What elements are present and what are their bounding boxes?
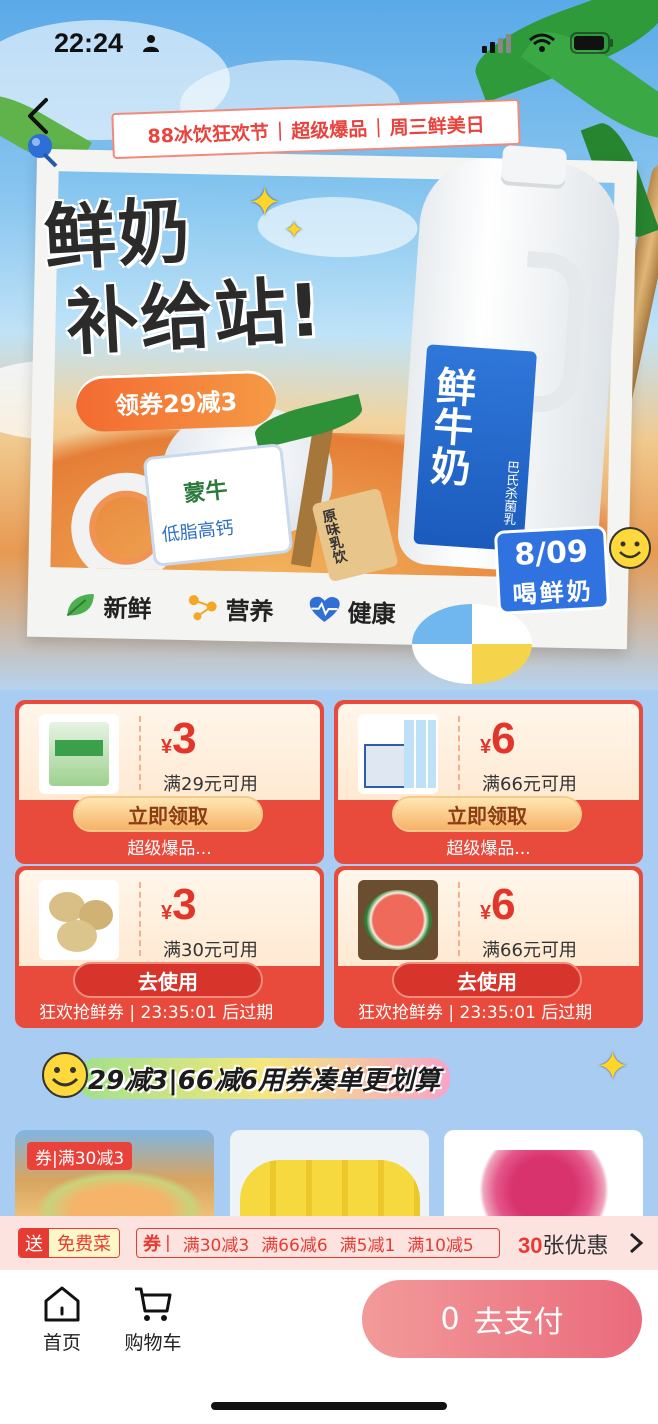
sparkle-icon: ✦ xyxy=(248,180,282,226)
melon-image xyxy=(35,1170,205,1220)
coupon-body: ¥3 满30元可用 xyxy=(19,870,320,966)
discount-item: 满10减5 xyxy=(407,1235,474,1256)
discount-item: 满5减1 xyxy=(339,1235,396,1256)
home-icon xyxy=(44,1286,80,1322)
hero-banner: 新鲜 营养 健康 鲜牛奶 巴氏杀菌乳 蒙牛 低脂高钙 原味乳饮 88冰饮狂欢节 |… xyxy=(0,0,658,690)
discount-item: 满30减3 xyxy=(182,1235,250,1256)
product-card[interactable] xyxy=(230,1130,429,1220)
bananas-image xyxy=(240,1160,420,1220)
nav-cart[interactable]: 购物车 xyxy=(108,1284,198,1355)
coupon-amount: ¥6 xyxy=(480,880,516,929)
claim-coupon-button[interactable]: 立即领取 xyxy=(73,796,263,832)
feature-fresh: 新鲜 xyxy=(63,587,152,624)
coupon-amount: ¥3 xyxy=(161,714,197,763)
potatoes-image xyxy=(39,880,119,960)
discount-item: 满66减6 xyxy=(261,1235,328,1256)
signal-icon xyxy=(482,34,511,53)
claim-coupon-button[interactable]: 立即领取 xyxy=(392,796,582,832)
sparkle-icon: ✦ xyxy=(284,216,305,244)
coupon-body: ¥3 满29元可用 xyxy=(19,704,320,800)
status-bar: 22:24 xyxy=(0,0,658,88)
coupon-condition: 满30元可用 xyxy=(163,940,258,961)
nav-home[interactable]: 首页 xyxy=(17,1284,107,1355)
yogurt-cup-image: 蒙牛 低脂高钙 xyxy=(142,442,294,568)
coupon-amount: ¥3 xyxy=(161,880,197,929)
water-bottles-image xyxy=(358,714,438,794)
page-title: 鲜奶 补给站! xyxy=(41,188,326,366)
wifi-icon xyxy=(529,33,555,52)
beach-ball-image xyxy=(412,604,532,684)
coupon-summary: 券 | 满30减3 满66减6 满5减1 满10减5 xyxy=(136,1228,500,1258)
leaf-icon xyxy=(66,594,94,617)
product-card[interactable] xyxy=(444,1130,643,1220)
smiley-icon xyxy=(609,527,651,569)
home-indicator xyxy=(211,1402,447,1410)
coupon-card: ¥6 满66元可用 去使用 狂欢抢鲜券 | 23:35:01 后过期 xyxy=(334,866,643,1028)
date-badge: 8/09 喝鲜奶 xyxy=(493,525,611,615)
heart-pulse-icon xyxy=(309,596,340,622)
battery-icon xyxy=(570,32,613,54)
jug-cap xyxy=(500,144,568,190)
molecule-icon xyxy=(188,595,217,621)
promo-strip: 29减3|66减6用券凑单更划算 ✦ xyxy=(30,1044,630,1112)
smiley-icon xyxy=(42,1052,88,1098)
coupon-card: ¥6 满66元可用 立即领取 超级爆品... xyxy=(334,700,643,864)
product-coupon-tag: 券|满30减3 xyxy=(27,1142,133,1170)
coupon-body: ¥6 满66元可用 xyxy=(338,870,639,966)
discount-bar[interactable]: 送 免费菜 券 | 满30减3 满66减6 满5减1 满10减5 30张优惠 xyxy=(0,1216,658,1270)
coupon-count[interactable]: 30张优惠 xyxy=(518,1228,609,1260)
free-gift-tag: 送 免费菜 xyxy=(18,1228,120,1258)
milk-box-image xyxy=(39,714,119,794)
coupon-condition: 满66元可用 xyxy=(482,940,577,961)
use-coupon-button[interactable]: 去使用 xyxy=(73,962,263,998)
dragonfruit-image xyxy=(474,1150,614,1220)
coupon-card: ¥3 满29元可用 立即领取 超级爆品... xyxy=(15,700,324,864)
cart-icon xyxy=(135,1287,172,1321)
chevron-right-icon[interactable] xyxy=(628,1232,644,1254)
bottom-bar: 首页 购物车 0 去支付 xyxy=(0,1270,658,1424)
coupon-condition: 满29元可用 xyxy=(163,774,258,795)
back-button[interactable] xyxy=(22,96,56,136)
coupon-footer: 狂欢抢鲜券 | 23:35:01 后过期 xyxy=(358,1003,593,1023)
pay-button[interactable]: 0 去支付 xyxy=(362,1280,642,1358)
coupon-condition: 满66元可用 xyxy=(482,774,577,795)
sparkle-icon: ✦ xyxy=(596,1044,630,1090)
coupon-footer: 超级爆品... xyxy=(446,839,531,859)
coupon-amount: ¥6 xyxy=(480,714,516,763)
product-list: 券|满30减3 xyxy=(15,1130,643,1220)
person-icon xyxy=(143,35,159,52)
feature-health: 健康 xyxy=(307,592,396,629)
banner-coupon-pill[interactable]: 领券29减3 xyxy=(75,369,277,433)
use-coupon-button[interactable]: 去使用 xyxy=(392,962,582,998)
coupon-body: ¥6 满66元可用 xyxy=(338,704,639,800)
feature-nutrition: 营养 xyxy=(185,589,274,626)
pay-label: 去支付 xyxy=(473,1305,564,1340)
status-icons xyxy=(482,32,614,54)
product-card[interactable]: 券|满30减3 xyxy=(15,1130,214,1220)
promo-text: 29减3|66减6用券凑单更划算 xyxy=(78,1058,451,1099)
status-time: 22:24 xyxy=(54,28,124,58)
jug-label: 鲜牛奶 巴氏杀菌乳 xyxy=(413,344,537,552)
pushpin-icon xyxy=(28,134,58,168)
coupon-card: ¥3 满30元可用 去使用 狂欢抢鲜券 | 23:35:01 后过期 xyxy=(15,866,324,1028)
milk-jug-image: 鲜牛奶 巴氏杀菌乳 xyxy=(395,144,625,577)
pay-count: 0 xyxy=(440,1301,460,1337)
coupon-footer: 超级爆品... xyxy=(127,839,212,859)
watermelon-image xyxy=(358,880,438,960)
coupon-footer: 狂欢抢鲜券 | 23:35:01 后过期 xyxy=(39,1003,274,1023)
